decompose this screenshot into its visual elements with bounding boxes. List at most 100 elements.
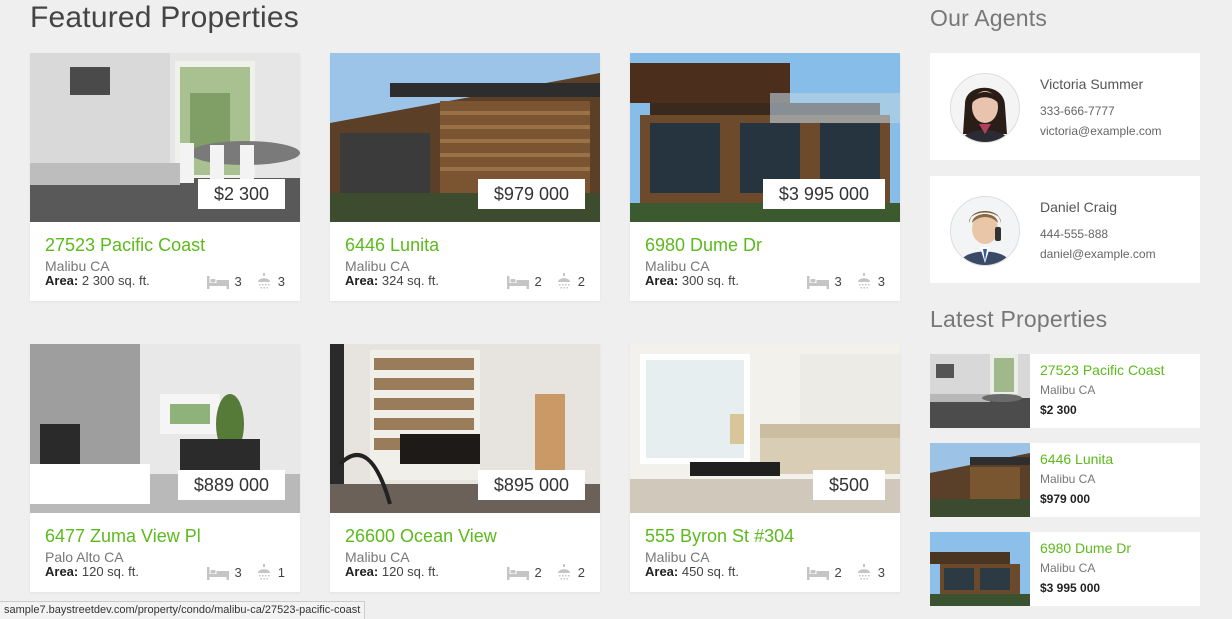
bed-icon (806, 567, 829, 580)
price-tag: $3 995 000 (762, 179, 885, 209)
price-tag: $2 300 (197, 179, 285, 209)
shower-icon (557, 273, 570, 289)
area-label: Area: (345, 273, 379, 288)
property-photo[interactable]: $895 000 (330, 344, 600, 513)
bed-icon (506, 276, 529, 289)
property-card[interactable]: $2 300 27523 Pacific Coast Malibu CA Are… (30, 53, 300, 301)
property-title[interactable]: 27523 Pacific Coast (45, 235, 285, 255)
latest-property-city: Malibu CA (1040, 561, 1096, 575)
property-city: Malibu CA (345, 549, 410, 565)
agent-name[interactable]: Victoria Summer (1040, 76, 1143, 92)
bed-count: 3 (834, 274, 842, 289)
amenities: 2 2 (506, 273, 585, 291)
agent-avatar[interactable] (950, 196, 1020, 266)
price-tag: $889 000 (177, 470, 285, 500)
bath-count: 2 (577, 274, 585, 289)
area-value: 120 sq. ft. (378, 564, 439, 579)
bed-icon (506, 567, 529, 580)
property-card[interactable]: $979 000 6446 Lunita Malibu CA Area: 324… (330, 53, 600, 301)
bed-count: 2 (834, 565, 842, 580)
latest-property-item[interactable]: 6446 Lunita Malibu CA $979 000 (930, 443, 1200, 517)
bed-icon (206, 567, 229, 580)
shower-icon (857, 564, 870, 580)
property-city: Malibu CA (45, 258, 110, 274)
property-meta: Area: 120 sq. ft. 3 1 (45, 564, 285, 580)
property-photo[interactable]: $3 995 000 (630, 53, 900, 222)
latest-property-photo[interactable] (930, 532, 1030, 606)
property-card[interactable]: $500 555 Byron St #304 Malibu CA Area: 4… (630, 344, 900, 592)
property-city: Malibu CA (345, 258, 410, 274)
agent-email[interactable]: daniel@example.com (1040, 247, 1156, 261)
property-title[interactable]: 6446 Lunita (345, 235, 585, 255)
shower-icon (257, 564, 270, 580)
latest-property-item[interactable]: 27523 Pacific Coast Malibu CA $2 300 (930, 354, 1200, 428)
property-photo[interactable]: $889 000 (30, 344, 300, 513)
property-meta: Area: 324 sq. ft. 2 2 (345, 273, 585, 289)
bath-count: 3 (877, 274, 885, 289)
property-title[interactable]: 6980 Dume Dr (645, 235, 885, 255)
property-meta: Area: 450 sq. ft. 2 3 (645, 564, 885, 580)
bed-icon (206, 276, 229, 289)
our-agents-title: Our Agents (930, 5, 1048, 31)
property-city: Malibu CA (645, 549, 710, 565)
area-value: 450 sq. ft. (678, 564, 739, 579)
agent-email[interactable]: victoria@example.com (1040, 124, 1162, 138)
property-meta: Area: 2 300 sq. ft. 3 3 (45, 273, 285, 289)
latest-property-price: $3 995 000 (1040, 581, 1101, 595)
property-city: Palo Alto CA (45, 549, 124, 565)
price-tag: $979 000 (477, 179, 585, 209)
shower-icon (557, 564, 570, 580)
bed-count: 3 (234, 274, 242, 289)
property-photo[interactable]: $979 000 (330, 53, 600, 222)
area-label: Area: (645, 273, 679, 288)
area-value: 120 sq. ft. (78, 564, 139, 579)
bed-count: 2 (534, 274, 542, 289)
shower-icon (857, 273, 870, 289)
agent-card[interactable]: Victoria Summer 333-666-7777 victoria@ex… (930, 53, 1200, 160)
property-card[interactable]: $3 995 000 6980 Dume Dr Malibu CA Area: … (630, 53, 900, 301)
agent-phone: 333-666-7777 (1040, 104, 1115, 118)
latest-property-price: $979 000 (1040, 492, 1091, 506)
price-tag: $895 000 (477, 470, 585, 500)
bath-count: 1 (277, 565, 285, 580)
property-card[interactable]: $889 000 6477 Zuma View Pl Palo Alto CA … (30, 344, 300, 592)
latest-property-photo[interactable] (930, 443, 1030, 517)
area-label: Area: (45, 273, 79, 288)
latest-property-title[interactable]: 27523 Pacific Coast (1040, 362, 1165, 378)
amenities: 3 1 (206, 564, 285, 582)
agent-name[interactable]: Daniel Craig (1040, 199, 1117, 215)
property-card[interactable]: $895 000 26600 Ocean View Malibu CA Area… (330, 344, 600, 592)
area-value: 300 sq. ft. (678, 273, 739, 288)
agent-card[interactable]: Daniel Craig 444-555-888 daniel@example.… (930, 176, 1200, 283)
agent-avatar[interactable] (950, 73, 1020, 143)
latest-property-price: $2 300 (1040, 403, 1077, 417)
amenities: 3 3 (806, 273, 885, 291)
area-value: 324 sq. ft. (378, 273, 439, 288)
property-meta: Area: 120 sq. ft. 2 2 (345, 564, 585, 580)
latest-property-title[interactable]: 6980 Dume Dr (1040, 540, 1131, 556)
status-bar-url: sample7.baystreetdev.com/property/condo/… (0, 601, 366, 619)
property-title[interactable]: 555 Byron St #304 (645, 526, 885, 546)
bed-icon (806, 276, 829, 289)
area-value: 2 300 sq. ft. (78, 273, 150, 288)
bath-count: 2 (577, 565, 585, 580)
area-label: Area: (45, 564, 79, 579)
agent-phone: 444-555-888 (1040, 227, 1109, 241)
amenities: 2 2 (506, 564, 585, 582)
area-label: Area: (645, 564, 679, 579)
property-photo[interactable]: $500 (630, 344, 900, 513)
bed-count: 2 (534, 565, 542, 580)
latest-property-city: Malibu CA (1040, 472, 1096, 486)
latest-property-city: Malibu CA (1040, 383, 1096, 397)
price-tag: $500 (812, 470, 885, 500)
latest-property-photo[interactable] (930, 354, 1030, 428)
property-title[interactable]: 26600 Ocean View (345, 526, 585, 546)
shower-icon (257, 273, 270, 289)
featured-properties-title: Featured Properties (30, 1, 299, 34)
property-title[interactable]: 6477 Zuma View Pl (45, 526, 285, 546)
bath-count: 3 (277, 274, 285, 289)
latest-property-title[interactable]: 6446 Lunita (1040, 451, 1113, 467)
amenities: 2 3 (806, 564, 885, 582)
latest-property-item[interactable]: 6980 Dume Dr Malibu CA $3 995 000 (930, 532, 1200, 606)
property-photo[interactable]: $2 300 (30, 53, 300, 222)
